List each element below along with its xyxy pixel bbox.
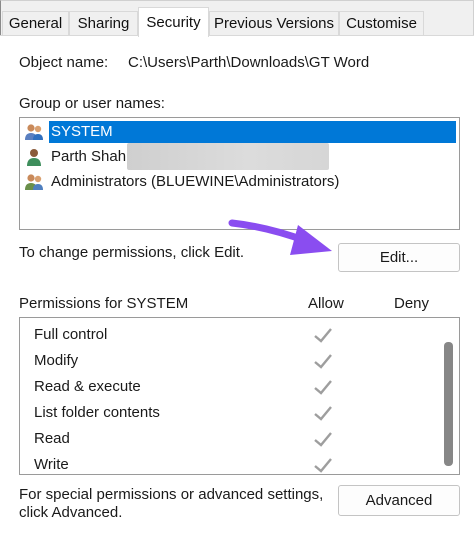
permission-row-read: Read: [34, 430, 70, 447]
users-group-icon: [25, 124, 43, 140]
tab-security[interactable]: Security: [138, 7, 209, 37]
object-name-value: C:\Users\Parth\Downloads\GT Word: [128, 54, 370, 71]
annotation-arrow-icon: [228, 219, 332, 255]
change-permissions-text: To change permissions, click Edit.: [19, 244, 245, 261]
redaction-blur: [127, 143, 329, 170]
deny-header: Deny: [394, 295, 430, 312]
users-group-icon: [25, 174, 43, 190]
check-icon: [314, 354, 332, 369]
scrollbar-thumb[interactable]: [444, 342, 453, 466]
list-item-system[interactable]: SYSTEM: [23, 120, 456, 144]
advanced-text-line1: For special permissions or advanced sett…: [19, 486, 324, 503]
check-icon: [314, 432, 332, 447]
list-item-parth[interactable]: Parth Shah (: [23, 145, 137, 169]
user-list[interactable]: SYSTEM Parth Shah ( Administrators (BLUE…: [19, 117, 460, 230]
tab-customise[interactable]: Customise: [339, 11, 424, 36]
permission-row-read-execute: Read & execute: [34, 378, 141, 395]
check-icon: [314, 328, 332, 343]
check-icon: [314, 380, 332, 395]
permission-row-write: Write: [34, 456, 69, 473]
check-icon: [314, 406, 332, 421]
advanced-button[interactable]: Advanced: [338, 485, 460, 516]
group-names-label: Group or user names:: [19, 95, 165, 112]
list-item-administrators[interactable]: Administrators (BLUEWINE\Administrators): [23, 170, 341, 194]
permissions-list[interactable]: Full control Modify Read & execute List …: [19, 317, 460, 475]
permissions-header: Permissions for SYSTEM: [19, 295, 189, 312]
tab-previous-versions[interactable]: Previous Versions: [209, 11, 339, 36]
tab-bar: General Sharing Security Previous Versio…: [0, 0, 474, 37]
object-name-label: Object name:: [19, 54, 109, 71]
user-name: Administrators (BLUEWINE\Administrators): [51, 173, 340, 190]
permission-row-full-control: Full control: [34, 326, 108, 343]
tab-general[interactable]: General: [2, 11, 69, 36]
user-name: SYSTEM: [49, 121, 456, 143]
allow-header: Allow: [308, 295, 344, 312]
user-name: Parth Shah (: [51, 148, 136, 165]
tab-sharing[interactable]: Sharing: [69, 11, 138, 36]
permission-row-modify: Modify: [34, 352, 79, 369]
check-icon: [314, 458, 332, 473]
user-icon: [27, 149, 41, 166]
edit-button[interactable]: Edit...: [338, 243, 460, 272]
permission-row-list-folder: List folder contents: [34, 404, 160, 421]
advanced-text-line2: click Advanced.: [19, 504, 123, 521]
